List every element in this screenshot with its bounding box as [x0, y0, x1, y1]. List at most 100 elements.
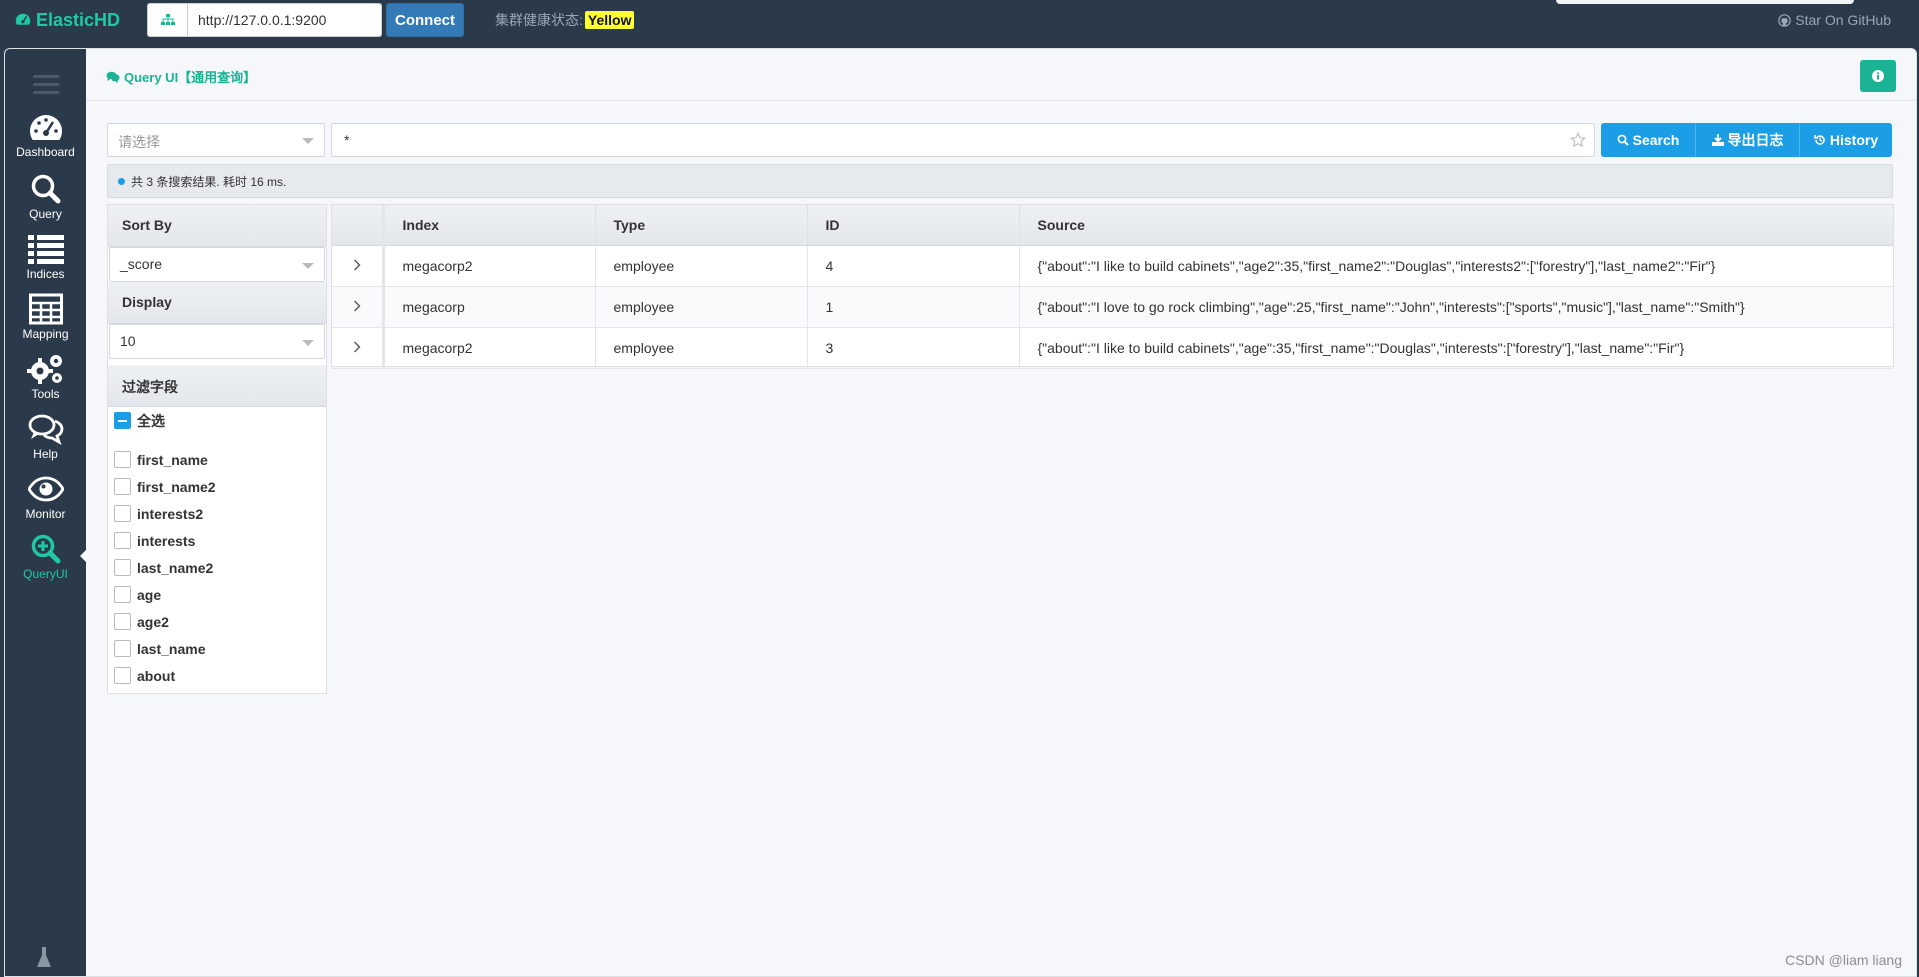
filter-fields-heading: 过滤字段 [108, 365, 326, 407]
display-value: 10 [120, 333, 136, 349]
expand-row-button[interactable] [332, 327, 385, 369]
flask-icon [37, 947, 51, 967]
field-label: interests2 [137, 505, 204, 522]
page-title-text: Query UI【通用查询】 [124, 70, 257, 85]
field-checkbox-row[interactable]: last_name [108, 635, 326, 662]
field-checkbox-row[interactable]: age2 [108, 608, 326, 635]
field-checkbox[interactable] [114, 478, 131, 495]
github-link[interactable]: Star On GitHub [1778, 11, 1891, 29]
brand-name: ElasticHD [36, 9, 121, 30]
sidebar-item-label: Dashboard [16, 145, 75, 159]
field-checkbox[interactable] [114, 613, 131, 630]
expand-row-button[interactable] [332, 286, 385, 328]
connect-button[interactable]: Connect [386, 3, 464, 37]
select-all-checkbox-row[interactable]: 全选 [108, 407, 326, 434]
field-checkbox[interactable] [114, 559, 131, 576]
history-button[interactable]: History [1800, 123, 1892, 157]
table-row[interactable]: megacorp employee 1 {"about":"I love to … [332, 286, 1893, 328]
table-row[interactable]: megacorp2 employee 3 {"about":"I like to… [332, 327, 1893, 369]
sidebar-item-help[interactable]: Help [5, 413, 86, 471]
sitemap-icon [147, 3, 187, 37]
field-checkbox-row[interactable]: about [108, 662, 326, 689]
export-log-button[interactable]: 导出日志 [1696, 123, 1800, 157]
sidebar-item-label: Mapping [22, 327, 69, 341]
chevron-right-icon [353, 341, 361, 352]
field-checkbox-row[interactable]: first_name [108, 446, 326, 473]
sidebar-item-tools[interactable]: Tools [5, 353, 86, 411]
download-icon [1711, 134, 1724, 146]
field-checkbox[interactable] [114, 532, 131, 549]
query-input[interactable] [331, 123, 1595, 157]
sidebar-item-mapping[interactable]: Mapping [5, 293, 86, 351]
sidebar-item-label: Indices [26, 267, 65, 281]
field-checkbox-row[interactable]: age [108, 581, 326, 608]
sidebar-item-monitor[interactable]: Monitor [5, 473, 86, 531]
eye-icon [27, 476, 64, 502]
sidebar: Dashboard Query Indices Mapping Tools He… [5, 49, 87, 976]
field-checkbox[interactable] [114, 640, 131, 657]
menu-toggle-icon[interactable] [33, 75, 59, 97]
sort-by-heading: Sort By [108, 205, 326, 247]
display-select[interactable]: 10 [109, 324, 325, 359]
sidebar-item-query[interactable]: Query [5, 173, 86, 231]
search-plus-icon [31, 534, 60, 564]
index-select[interactable]: 请选择 [107, 123, 325, 157]
search-button-label: Search [1632, 132, 1680, 148]
field-label: age2 [137, 613, 169, 630]
top-navbar: ElasticHD Connect 集群健康状态: Yellow Star On… [0, 0, 1919, 46]
table-row[interactable]: megacorp2 employee 4 {"about":"I like to… [332, 245, 1893, 287]
status-dot-icon [118, 177, 125, 185]
expand-row-button[interactable] [332, 245, 385, 287]
column-header-source[interactable]: Source [1019, 205, 1893, 246]
list-icon [27, 235, 64, 264]
field-label: last_name [137, 640, 206, 657]
github-icon [1778, 13, 1792, 27]
info-button[interactable] [1860, 60, 1896, 92]
star-icon[interactable] [1570, 132, 1586, 148]
search-button[interactable]: Search [1601, 123, 1696, 157]
url-input-group [147, 3, 382, 37]
column-header-index[interactable]: Index [383, 205, 596, 246]
field-label: first_name2 [137, 478, 216, 495]
info-icon [1872, 70, 1884, 82]
column-header-type[interactable]: Type [595, 205, 808, 246]
sidebar-item-label: Query [29, 207, 62, 221]
github-label: Star On GitHub [1795, 12, 1891, 28]
sidebar-item-indices[interactable]: Indices [5, 233, 86, 291]
field-checkbox[interactable] [114, 586, 131, 603]
field-checkbox-row[interactable]: first_name2 [108, 473, 326, 500]
history-icon [1814, 135, 1825, 145]
cell-id: 4 [807, 245, 1020, 287]
cell-id: 3 [807, 327, 1020, 369]
table-icon [28, 293, 63, 325]
select-all-checkbox[interactable] [114, 412, 131, 429]
health-label: 集群健康状态: [495, 12, 583, 28]
table-header-row: Index Type ID Source [332, 205, 1893, 246]
history-button-label: History [1829, 132, 1879, 148]
field-checkbox[interactable] [114, 451, 131, 468]
search-icon [1617, 134, 1629, 146]
health-status-badge: Yellow [584, 11, 635, 29]
field-checkbox-row[interactable]: interests2 [108, 500, 326, 527]
cell-source: {"about":"I love to go rock climbing","a… [1019, 286, 1893, 328]
cluster-health: 集群健康状态: Yellow [495, 10, 635, 30]
brand-logo[interactable]: ElasticHD [14, 9, 120, 31]
filter-panel: Sort By _score Display 10 过滤字段 全选 first_… [107, 204, 327, 694]
cell-source: {"about":"I like to build cabinets","age… [1019, 327, 1893, 369]
field-checkbox-row[interactable]: interests [108, 527, 326, 554]
result-summary-text: 共 3 条搜索结果. 耗时 16 ms. [131, 174, 287, 189]
field-checkbox[interactable] [114, 667, 131, 684]
sidebar-item-dashboard[interactable]: Dashboard [5, 113, 86, 171]
sort-by-select[interactable]: _score [109, 247, 325, 282]
field-checkbox-row[interactable]: last_name2 [108, 554, 326, 581]
sidebar-item-queryui[interactable]: QueryUI [5, 533, 86, 591]
comments-icon [106, 71, 120, 83]
main-frame: Dashboard Query Indices Mapping Tools He… [4, 48, 1917, 977]
page-title: Query UI【通用查询】 [106, 67, 256, 86]
chevron-right-icon [353, 259, 361, 270]
es-url-input[interactable] [187, 3, 382, 37]
chevron-down-icon [302, 138, 314, 144]
field-checkbox[interactable] [114, 505, 131, 522]
column-header-id[interactable]: ID [807, 205, 1020, 246]
top-right-strip [1556, 0, 1854, 4]
